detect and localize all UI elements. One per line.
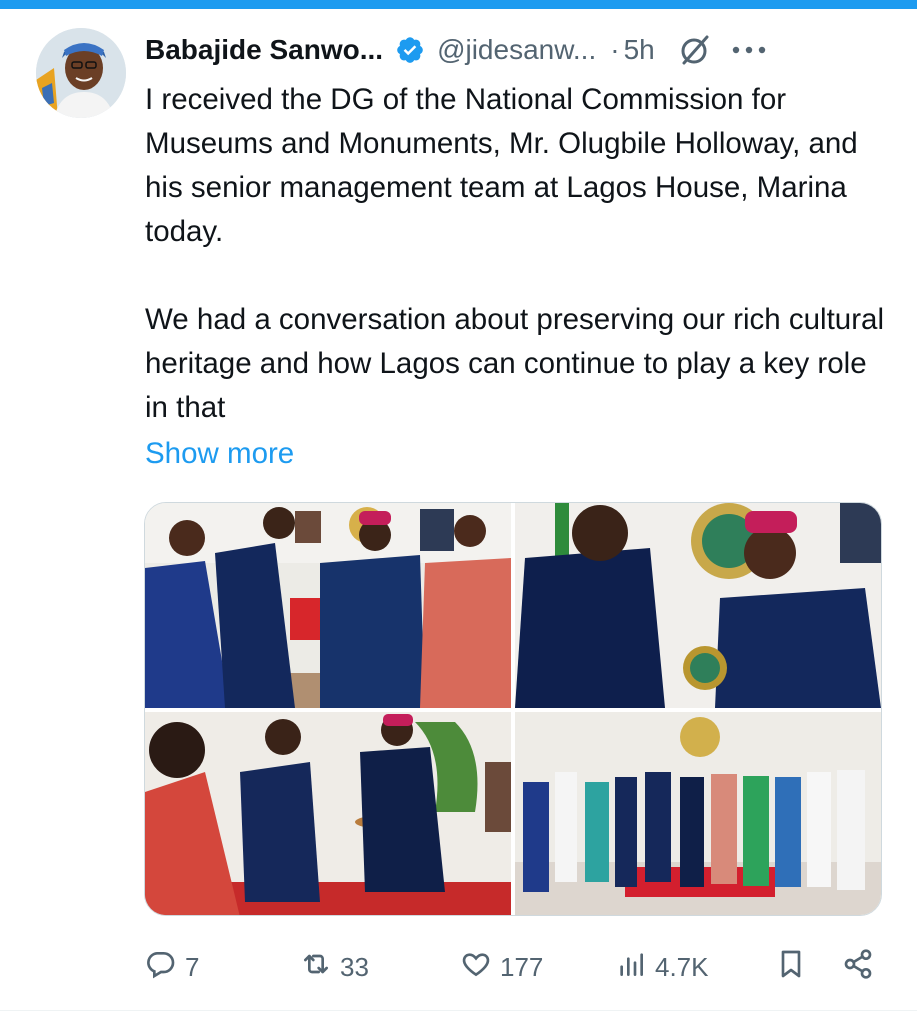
separator-dot: · bbox=[610, 34, 620, 65]
tweet-header: Babajide Sanwo... @jidesanw... · 5h bbox=[145, 30, 885, 70]
photo-1-image bbox=[145, 503, 511, 708]
author-name[interactable]: Babajide Sanwo... bbox=[145, 34, 383, 66]
photo-4-image bbox=[515, 712, 881, 915]
reply-button[interactable]: 7 bbox=[145, 944, 199, 990]
heart-icon bbox=[460, 948, 492, 987]
bottom-divider bbox=[0, 1010, 917, 1011]
tweet-actions: 7 33 177 4.7K bbox=[145, 944, 885, 990]
retweet-count: 33 bbox=[340, 951, 369, 982]
photo-1[interactable] bbox=[145, 503, 511, 708]
photo-3-image bbox=[145, 712, 511, 915]
photo-2[interactable] bbox=[515, 503, 881, 708]
retweet-button[interactable]: 33 bbox=[300, 944, 369, 990]
avatar-image bbox=[36, 28, 126, 118]
photo-2-image bbox=[515, 503, 881, 708]
bookmark-button[interactable] bbox=[775, 944, 807, 990]
more-options-icon[interactable] bbox=[731, 33, 767, 67]
tweet-text: I received the DG of the National Commis… bbox=[145, 83, 884, 424]
author-avatar[interactable] bbox=[36, 28, 126, 118]
like-count: 177 bbox=[500, 951, 544, 982]
like-button[interactable]: 177 bbox=[460, 944, 543, 990]
grok-icon[interactable] bbox=[677, 33, 711, 67]
photo-3[interactable] bbox=[145, 712, 511, 915]
reply-icon bbox=[145, 948, 177, 987]
tweet-time[interactable]: 5h bbox=[624, 34, 655, 66]
top-accent-bar bbox=[0, 0, 917, 9]
share-icon bbox=[842, 948, 874, 987]
bookmark-icon bbox=[775, 948, 807, 987]
share-button[interactable] bbox=[842, 944, 874, 990]
views-bar-chart-icon bbox=[615, 948, 647, 987]
views-button[interactable]: 4.7K bbox=[615, 944, 709, 990]
retweet-icon bbox=[300, 948, 332, 987]
show-more-link[interactable]: Show more bbox=[145, 432, 294, 476]
reply-count: 7 bbox=[185, 951, 200, 982]
media-grid bbox=[144, 502, 882, 916]
author-handle[interactable]: @jidesanw... bbox=[437, 34, 596, 66]
views-count: 4.7K bbox=[655, 951, 709, 982]
verified-badge-icon[interactable] bbox=[395, 35, 425, 65]
photo-4[interactable] bbox=[515, 712, 881, 915]
